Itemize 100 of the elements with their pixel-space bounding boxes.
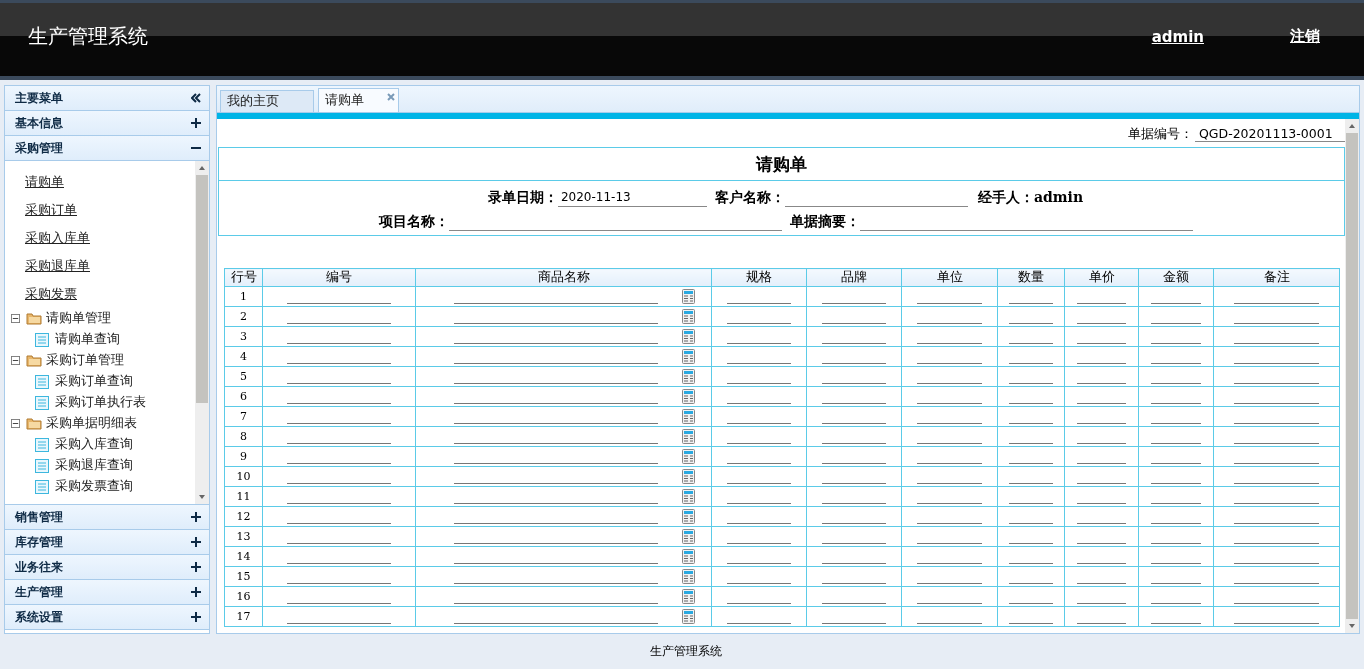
lookup-icon[interactable] xyxy=(682,489,695,504)
column-header: 金额 xyxy=(1138,268,1214,287)
app-title: 生产管理系统 xyxy=(28,23,149,50)
column-header: 行号 xyxy=(224,268,263,287)
row-number: 8 xyxy=(224,426,263,447)
field-label: 项目名称： xyxy=(378,213,449,231)
lookup-icon[interactable] xyxy=(682,349,695,364)
row-number: 17 xyxy=(224,606,263,627)
lookup-icon[interactable] xyxy=(682,609,695,624)
collapse-icon[interactable] xyxy=(11,356,20,365)
lookup-icon[interactable] xyxy=(682,389,695,404)
logout-link[interactable]: 注销 xyxy=(1290,27,1320,46)
document-icon xyxy=(35,395,49,410)
folder-icon xyxy=(26,417,42,430)
lookup-icon[interactable] xyxy=(682,429,695,444)
lookup-icon[interactable] xyxy=(682,509,695,524)
row-number: 9 xyxy=(224,446,263,467)
lookup-icon[interactable] xyxy=(682,309,695,324)
scrollbar[interactable] xyxy=(195,161,209,504)
row-number: 1 xyxy=(224,286,263,307)
column-header: 规格 xyxy=(711,268,807,287)
scroll-up-icon[interactable] xyxy=(1349,124,1355,128)
footer-text: 生产管理系统 xyxy=(650,643,722,660)
menu-link[interactable]: 采购入库单 xyxy=(25,224,90,252)
field-label: 单据编号： xyxy=(1128,125,1193,143)
tree-item[interactable]: 采购订单查询 xyxy=(55,373,133,390)
accordion-header[interactable]: 基本信息 xyxy=(5,111,209,136)
menu-link[interactable]: 请购单 xyxy=(25,168,64,196)
lookup-icon[interactable] xyxy=(682,529,695,544)
collapse-icon[interactable] xyxy=(191,93,201,103)
tree-item[interactable]: 采购入库查询 xyxy=(55,436,133,453)
scrollbar[interactable] xyxy=(1345,119,1359,633)
scroll-up-icon[interactable] xyxy=(199,166,205,170)
row-number: 12 xyxy=(224,506,263,527)
scroll-down-icon[interactable] xyxy=(199,495,205,499)
menu-link[interactable]: 采购退库单 xyxy=(25,252,90,280)
row-number: 5 xyxy=(224,366,263,387)
menu-link[interactable]: 采购发票 xyxy=(25,280,77,308)
row-number: 14 xyxy=(224,546,263,567)
column-header: 备注 xyxy=(1213,268,1340,287)
scroll-down-icon[interactable] xyxy=(1349,624,1355,628)
sidebar-header: 主要菜单 xyxy=(5,86,209,111)
accordion-header[interactable]: 库存管理 xyxy=(5,530,209,555)
lookup-icon[interactable] xyxy=(682,369,695,384)
lookup-icon[interactable] xyxy=(682,329,695,344)
close-icon[interactable] xyxy=(387,93,395,101)
column-header: 品牌 xyxy=(806,268,902,287)
input-field[interactable]: 2020-11-13 xyxy=(557,190,707,207)
accordion-header[interactable]: 采购管理 xyxy=(5,136,209,161)
tab[interactable]: 我的主页 xyxy=(220,90,314,112)
folder-icon xyxy=(26,312,42,325)
lookup-icon[interactable] xyxy=(682,569,695,584)
accordion-header[interactable]: 业务往来 xyxy=(5,555,209,580)
tree-item[interactable]: 采购订单执行表 xyxy=(55,394,146,411)
field-label: 录单日期： xyxy=(487,189,558,207)
lookup-icon[interactable] xyxy=(682,549,695,564)
field-label: 经手人：admin xyxy=(977,189,1084,207)
row-number: 3 xyxy=(224,326,263,347)
tree-item[interactable]: 采购订单管理 xyxy=(46,352,124,369)
column-header: 数量 xyxy=(997,268,1065,287)
document-icon xyxy=(35,437,49,452)
document-icon xyxy=(35,458,49,473)
row-number: 15 xyxy=(224,566,263,587)
document-icon xyxy=(35,479,49,494)
form-title: 请购单 xyxy=(219,148,1344,181)
accordion-header[interactable]: 销售管理 xyxy=(5,505,209,530)
row-number: 6 xyxy=(224,386,263,407)
row-number: 7 xyxy=(224,406,263,427)
lookup-icon[interactable] xyxy=(682,449,695,464)
collapse-icon[interactable] xyxy=(11,314,20,323)
lookup-icon[interactable] xyxy=(682,409,695,424)
column-header: 单价 xyxy=(1064,268,1139,287)
row-number: 2 xyxy=(224,306,263,327)
row-number: 16 xyxy=(224,586,263,607)
document-icon xyxy=(35,332,49,347)
tree-item[interactable]: 采购发票查询 xyxy=(55,478,133,495)
tree-item[interactable]: 请购单查询 xyxy=(55,331,120,348)
row-number: 13 xyxy=(224,526,263,547)
lookup-icon[interactable] xyxy=(682,289,695,304)
tree-item[interactable]: 采购单据明细表 xyxy=(46,415,137,432)
user-link[interactable]: admin xyxy=(1151,27,1204,46)
document-icon xyxy=(35,374,49,389)
collapse-icon[interactable] xyxy=(11,419,20,428)
row-number: 4 xyxy=(224,346,263,367)
menu-link[interactable]: 采购订单 xyxy=(25,196,77,224)
accordion-header[interactable]: 生产管理 xyxy=(5,580,209,605)
tree-item[interactable]: 请购单管理 xyxy=(46,310,111,327)
lookup-icon[interactable] xyxy=(682,589,695,604)
column-header: 编号 xyxy=(262,268,416,287)
field-label: 单据摘要： xyxy=(789,213,860,231)
tree-item[interactable]: 采购退库查询 xyxy=(55,457,133,474)
column-header: 商品名称 xyxy=(415,268,712,287)
tab[interactable]: 请购单 xyxy=(318,88,399,112)
column-header: 单位 xyxy=(901,268,998,287)
lookup-icon[interactable] xyxy=(682,469,695,484)
folder-icon xyxy=(26,354,42,367)
row-number: 11 xyxy=(224,486,263,507)
accordion-header[interactable]: 系统设置 xyxy=(5,605,209,630)
row-number: 10 xyxy=(224,466,263,487)
field-label: 客户名称： xyxy=(714,189,785,207)
